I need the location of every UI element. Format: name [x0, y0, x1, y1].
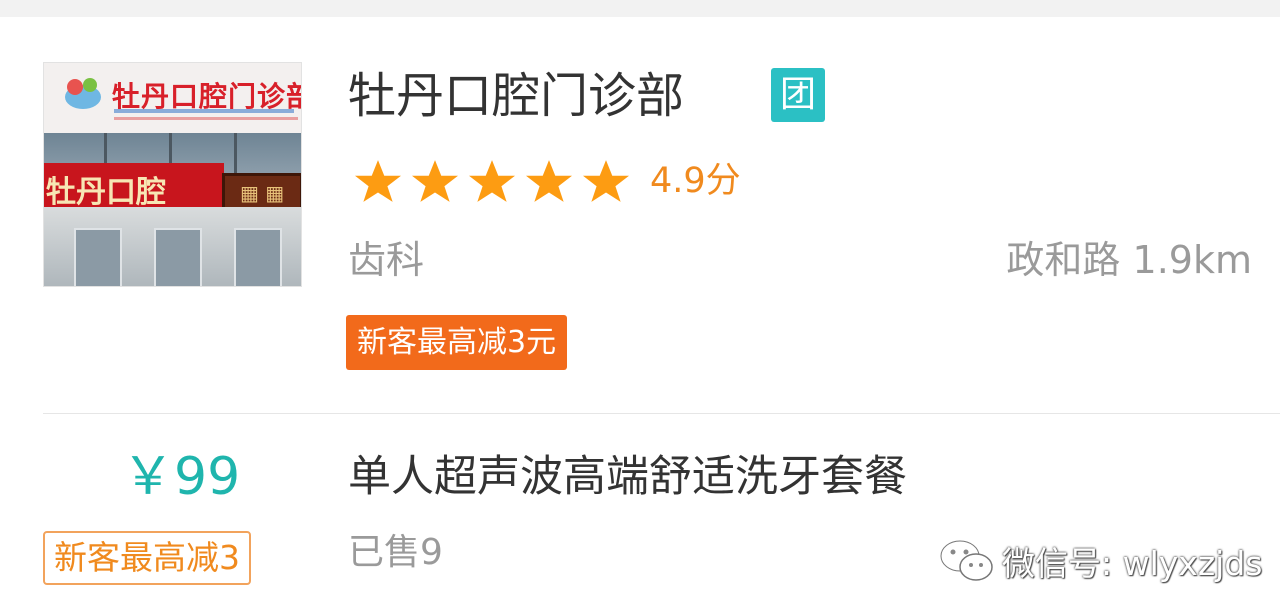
- divider: [43, 413, 1280, 414]
- deal-promo-tag: 新客最高减3: [43, 531, 251, 585]
- sold-count: 已售9: [348, 532, 443, 573]
- rating-stars: [350, 158, 634, 202]
- distance: 1.9km: [1132, 238, 1252, 282]
- top-status-strip: [0, 0, 1280, 17]
- road-name: 政和路: [1006, 238, 1121, 282]
- new-customer-promo-tag: 新客最高减3元: [346, 315, 568, 370]
- star-icon: [469, 160, 515, 202]
- shop-category: 齿科: [348, 238, 425, 282]
- star-icon: [412, 160, 458, 202]
- star-icon: [526, 160, 572, 202]
- wechat-icon: [939, 539, 993, 581]
- shop-name[interactable]: 牡丹口腔门诊部: [348, 66, 684, 126]
- rating-score: 4.9分: [650, 161, 741, 201]
- deal-price: ￥99: [122, 447, 241, 507]
- deal-title[interactable]: 单人超声波高端舒适洗牙套餐: [348, 448, 907, 506]
- shop-location: 政和路 1.9km: [1006, 234, 1252, 286]
- clinic-logo-icon: [65, 78, 101, 109]
- wechat-watermark: 微信号: wlyxzjds: [938, 536, 1262, 586]
- shop-photo[interactable]: 牡丹口腔门诊部 牡丹口腔 ▦ ▦: [43, 62, 302, 287]
- watermark-text: 微信号: wlyxzjds: [1002, 544, 1263, 583]
- star-icon: [583, 160, 629, 202]
- star-icon: [355, 160, 401, 202]
- group-buy-badge: 团: [771, 68, 825, 122]
- photo-red-sign: 牡丹口腔: [46, 175, 166, 210]
